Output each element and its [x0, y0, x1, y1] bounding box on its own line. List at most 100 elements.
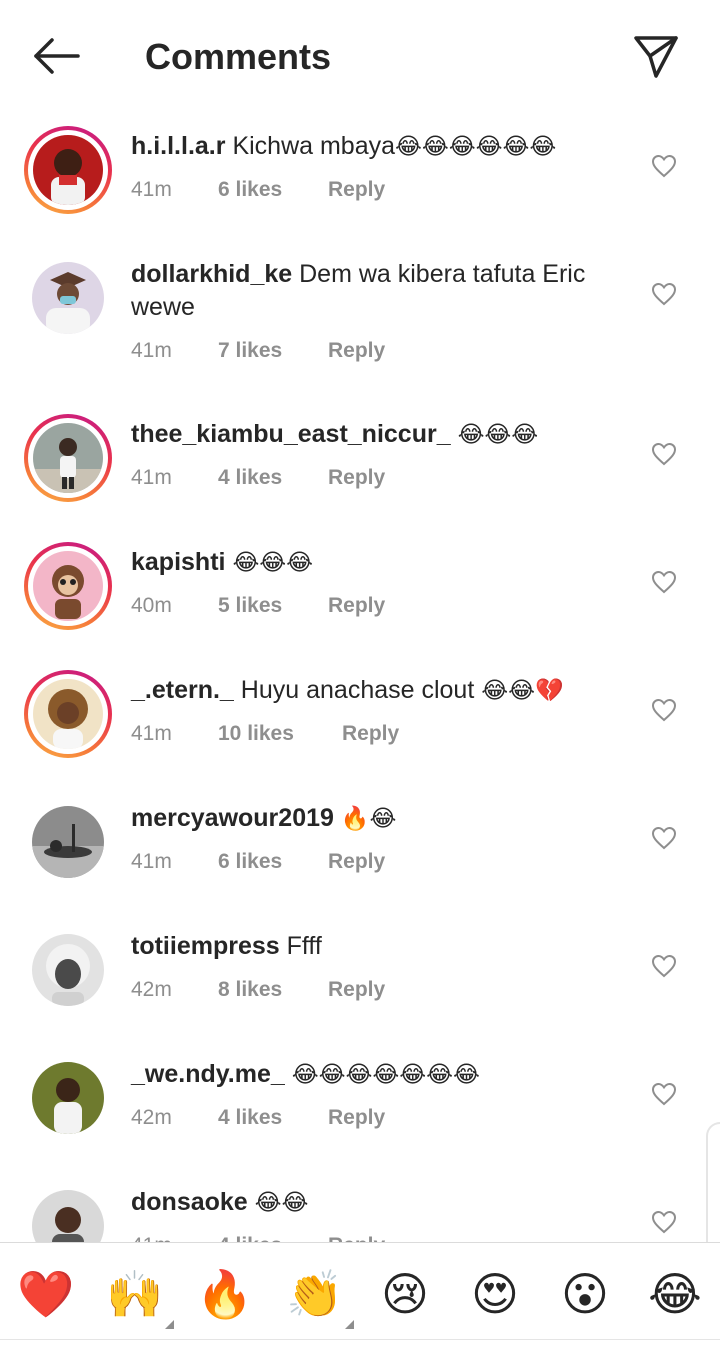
reply-button[interactable]: Reply	[328, 1106, 385, 1130]
comment-username[interactable]: _.etern._	[131, 676, 234, 704]
comment-time: 41m	[131, 722, 172, 745]
avatar-image	[32, 1062, 104, 1134]
comment-message: Kichwa mbaya	[232, 132, 396, 160]
comment-text: kapishti 😂😂😂	[131, 546, 631, 580]
comment-emojis: 🔥😂	[340, 806, 397, 832]
raising-hands-glyph: 🙌	[106, 1267, 164, 1321]
avatar[interactable]	[24, 1182, 112, 1242]
comment-text: totiiempress Ffff	[131, 930, 631, 963]
comment-emojis: 😂😂💔	[481, 678, 564, 704]
tears-of-joy-icon[interactable]: 😂	[646, 1265, 704, 1323]
comment-username[interactable]: dollarkhid_ke	[131, 260, 292, 288]
avatar-image	[33, 423, 103, 493]
comment-time: 41m	[131, 1234, 172, 1242]
comment-emojis: 😂😂	[254, 1190, 309, 1216]
reply-button[interactable]: Reply	[342, 722, 399, 746]
avatar[interactable]	[24, 414, 112, 502]
skin-tone-indicator-icon	[345, 1320, 354, 1329]
comment-username[interactable]: mercyawour2019	[131, 804, 334, 832]
reply-button[interactable]: Reply	[328, 339, 385, 363]
red-heart-icon[interactable]: ❤️	[17, 1265, 75, 1323]
reply-button[interactable]: Reply	[328, 850, 385, 874]
avatar[interactable]	[24, 798, 112, 886]
comment-emojis: 😂😂😂	[232, 550, 314, 576]
comment-message: Huyu anachase clout	[240, 676, 475, 704]
comment-username[interactable]: kapishti	[131, 548, 225, 576]
back-arrow-icon[interactable]	[28, 34, 84, 78]
reply-button[interactable]: Reply	[328, 178, 385, 202]
comment-text: dollarkhid_ke Dem wa kibera tafuta Eric …	[131, 258, 631, 324]
avatar[interactable]	[24, 254, 112, 342]
heart-icon[interactable]	[651, 154, 677, 178]
comment-text: mercyawour2019 🔥😂	[131, 802, 631, 836]
comment-list[interactable]: h.i.l.l.a.r Kichwa mbaya😂😂😂😂😂😂 41m 6 lik…	[0, 110, 720, 1242]
heart-icon[interactable]	[651, 1082, 677, 1106]
comment-likes[interactable]: 10 likes	[218, 722, 294, 746]
avatar[interactable]	[24, 926, 112, 1014]
comment-time: 42m	[131, 1106, 172, 1129]
comment-message: Ffff	[286, 932, 322, 960]
comment-username[interactable]: thee_kiambu_east_niccur_	[131, 420, 451, 448]
reply-button[interactable]: Reply	[328, 1234, 385, 1242]
skin-tone-indicator-icon	[165, 1320, 174, 1329]
avatar-image	[32, 262, 104, 334]
heart-icon[interactable]	[651, 1210, 677, 1234]
raising-hands-icon[interactable]: 🙌	[106, 1265, 174, 1329]
comment-username[interactable]: _we.ndy.me_	[131, 1060, 285, 1088]
scroll-handle[interactable]	[706, 1122, 720, 1242]
reply-button[interactable]: Reply	[328, 466, 385, 490]
surprised-face-icon[interactable]: 😮	[556, 1265, 614, 1323]
heart-icon[interactable]	[651, 570, 677, 594]
page-title: Comments	[145, 36, 332, 77]
comment-text: donsaoke 😂😂	[131, 1186, 631, 1220]
comment-likes[interactable]: 8 likes	[218, 978, 282, 1002]
comment-likes[interactable]: 4 likes	[218, 1106, 282, 1130]
comment-likes[interactable]: 6 likes	[218, 850, 282, 874]
clapping-hands-glyph: 👏	[286, 1267, 344, 1321]
comment-text: h.i.l.l.a.r Kichwa mbaya😂😂😂😂😂😂	[131, 130, 631, 164]
comment-username[interactable]: totiiempress	[131, 932, 280, 960]
comment-username[interactable]: h.i.l.l.a.r	[131, 132, 225, 160]
comment-emojis: 😂😂😂😂😂😂😂	[291, 1062, 480, 1088]
comment-likes[interactable]: 5 likes	[218, 594, 282, 618]
avatar-image	[33, 135, 103, 205]
avatar[interactable]	[24, 126, 112, 214]
paper-plane-icon[interactable]	[630, 32, 682, 80]
reply-button[interactable]: Reply	[328, 978, 385, 1002]
heart-icon[interactable]	[651, 826, 677, 850]
reply-button[interactable]: Reply	[328, 594, 385, 618]
avatar-image	[32, 1190, 104, 1242]
clapping-hands-icon[interactable]: 👏	[286, 1265, 354, 1329]
heart-icon[interactable]	[651, 282, 677, 306]
comment-time: 41m	[131, 339, 172, 362]
comment-likes[interactable]: 4 likes	[218, 1234, 282, 1242]
comment-emojis: 😂😂😂	[457, 422, 539, 448]
comment-text: thee_kiambu_east_niccur_ 😂😂😂	[131, 418, 631, 452]
avatar-image	[32, 806, 104, 878]
comment-time: 41m	[131, 466, 172, 489]
comment-likes[interactable]: 4 likes	[218, 466, 282, 490]
comment-time: 41m	[131, 178, 172, 201]
avatar[interactable]	[24, 670, 112, 758]
comment-text: _we.ndy.me_ 😂😂😂😂😂😂😂	[131, 1058, 631, 1092]
avatar-image	[32, 934, 104, 1006]
comment-likes[interactable]: 7 likes	[218, 339, 282, 363]
avatar[interactable]	[24, 542, 112, 630]
comment-emojis: 😂😂😂😂😂😂	[395, 134, 557, 160]
heart-icon[interactable]	[651, 698, 677, 722]
quick-reaction-bar: ❤️ 🙌 🔥 👏 😢 😍 😮 😂	[0, 1242, 720, 1345]
comment-likes[interactable]: 6 likes	[218, 178, 282, 202]
comment-time: 40m	[131, 594, 172, 617]
fire-icon[interactable]: 🔥	[196, 1265, 254, 1323]
heart-eyes-icon[interactable]: 😍	[466, 1265, 524, 1323]
avatar-image	[33, 679, 103, 749]
avatar[interactable]	[24, 1054, 112, 1142]
heart-icon[interactable]	[651, 442, 677, 466]
comment-time: 41m	[131, 850, 172, 873]
avatar-image	[33, 551, 103, 621]
crying-face-icon[interactable]: 😢	[376, 1265, 434, 1323]
divider	[0, 1339, 720, 1340]
comment-username[interactable]: donsaoke	[131, 1188, 248, 1216]
heart-icon[interactable]	[651, 954, 677, 978]
comment-time: 42m	[131, 978, 172, 1001]
